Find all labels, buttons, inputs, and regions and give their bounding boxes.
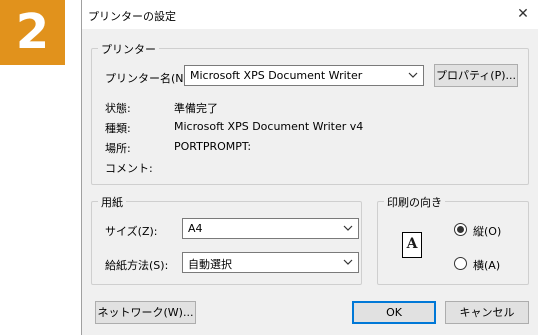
landscape-label[interactable]: 横(A) [473,257,500,273]
paper-size-select[interactable]: A4 [182,218,359,239]
landscape-radio[interactable] [454,257,467,270]
paper-source-select[interactable]: 自動選択 [182,252,359,273]
status-value: 準備完了 [174,102,218,115]
printer-name-label: プリンター名(N): [105,72,192,85]
dialog-title: プリンターの設定 [88,10,176,23]
printer-group-label: プリンター [98,41,159,57]
chevron-down-icon [343,225,353,231]
type-label: 種類: [105,122,131,135]
paper-source-label: 給紙方法(S): [105,259,169,272]
paper-source-value: 自動選択 [188,258,232,271]
paper-group-label: 用紙 [98,194,126,210]
printer-name-select[interactable]: Microsoft XPS Document Writer [184,65,424,86]
portrait-label[interactable]: 縦(O) [473,223,501,239]
location-label: 場所: [105,142,131,155]
close-button[interactable]: ✕ [508,0,538,29]
printer-settings-dialog: プリンターの設定 ✕ プリンター プリンター名(N): Microsoft XP… [81,0,538,335]
properties-button[interactable]: プロパティ(P)... [434,64,518,87]
chevron-down-icon [408,72,418,78]
paper-size-label: サイズ(Z): [105,225,158,238]
dialog-titlebar: プリンターの設定 ✕ [82,0,538,29]
status-label: 状態: [105,102,131,115]
network-button[interactable]: ネットワーク(W)... [95,301,196,324]
orientation-group-label: 印刷の向き [384,194,445,210]
location-value: PORTPROMPT: [174,140,252,153]
orientation-group: 印刷の向き A 縦(O) 横(A) [377,194,529,285]
page-letter: A [406,236,418,252]
printer-group: プリンター プリンター名(N): Microsoft XPS Document … [91,41,529,185]
chevron-down-icon [343,259,353,265]
comment-label: コメント: [105,162,153,175]
ok-button[interactable]: OK [352,301,436,324]
portrait-page-icon: A [402,232,422,258]
printer-name-value: Microsoft XPS Document Writer [190,69,363,82]
step-number-badge: 2 [0,0,65,65]
type-value: Microsoft XPS Document Writer v4 [174,120,364,133]
paper-group: 用紙 サイズ(Z): A4 給紙方法(S): 自動選択 [91,194,362,285]
cancel-button[interactable]: キャンセル [445,301,529,324]
paper-size-value: A4 [188,222,203,235]
portrait-radio[interactable] [454,223,467,236]
